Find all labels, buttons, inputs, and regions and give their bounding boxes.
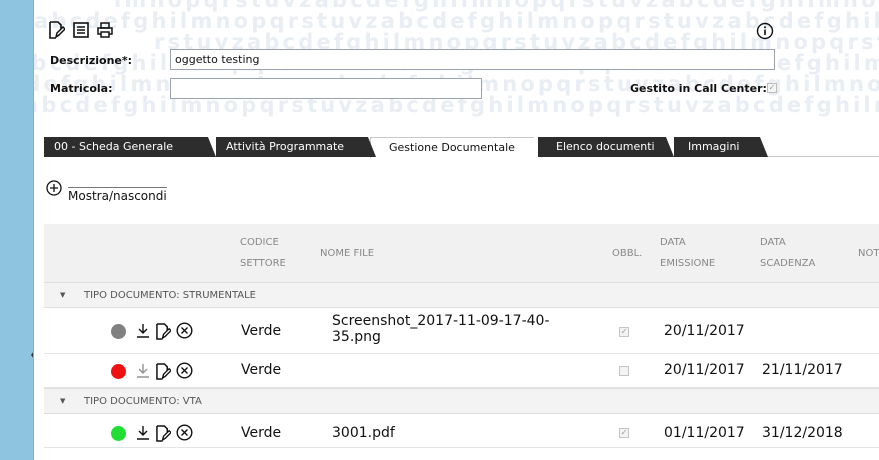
app-window: lmnopqrstuvzabcdefghilmnopqrstuvzabcdefg…	[33, 0, 879, 460]
tab-elenco-documenti[interactable]: Elenco documenti	[538, 137, 674, 157]
list-icon[interactable]	[72, 20, 90, 40]
header-codice[interactable]: CODICE	[240, 232, 279, 253]
header-data-scadenza-1[interactable]: DATA	[760, 232, 786, 253]
table-row[interactable]: Verde Screenshot_2017-11-09-17-40- 35.pn…	[44, 308, 879, 354]
header-note[interactable]: NOTE	[858, 243, 879, 264]
header-obbl[interactable]: OBBL.	[612, 243, 642, 264]
table-row[interactable]: Verde 20/11/2017 21/11/2017	[44, 354, 879, 388]
table-row[interactable]: Verde 3001.pdf ✓ 01/11/2017 31/12/2018	[44, 414, 879, 448]
matricola-field[interactable]	[170, 78, 482, 99]
obbl-checkbox: ✓	[619, 327, 629, 337]
cell-codice: Verde	[241, 425, 282, 441]
status-dot-grey	[111, 324, 126, 339]
collapse-arrow-icon[interactable]: ▼	[60, 389, 65, 414]
group-label: TIPO DOCUMENTO: STRUMENTALE	[84, 290, 257, 301]
plus-circle-icon	[46, 180, 62, 200]
cell-data-emissione: 20/11/2017	[664, 323, 745, 339]
cell-data-emissione: 20/11/2017	[664, 362, 745, 378]
cell-codice: Verde	[241, 323, 282, 339]
collapse-arrow-icon[interactable]: ▼	[60, 283, 65, 308]
tab-scheda-generale[interactable]: 00 - Scheda Generale	[44, 137, 216, 157]
call-center-checkbox[interactable]: ✓	[767, 83, 777, 93]
cell-nome-file[interactable]: 3001.pdf	[332, 425, 395, 441]
matricola-label: Matricola:	[50, 82, 113, 95]
show-hide-label: Mostra/nascondi	[68, 187, 167, 203]
header-data-scadenza-2[interactable]: SCADENZA	[760, 253, 815, 274]
group-row-vta[interactable]: ▼ TIPO DOCUMENTO: VTA	[44, 388, 879, 414]
toolbar	[48, 20, 114, 42]
show-hide-toggle[interactable]: Mostra/nascondi	[46, 180, 167, 203]
cell-codice: Verde	[241, 362, 282, 378]
status-dot-red	[111, 364, 126, 379]
detail-form: lmnopqrstuvzabcdefghilmnopqrstuvzabcdefg…	[34, 0, 879, 130]
download-icon[interactable]	[134, 322, 152, 340]
descrizione-field[interactable]	[170, 49, 775, 70]
print-icon[interactable]	[96, 20, 114, 40]
descrizione-label: Descrizione*:	[50, 54, 133, 67]
header-nome-file[interactable]: NOME FILE	[320, 243, 374, 264]
info-icon[interactable]	[756, 22, 774, 40]
edit-icon[interactable]	[48, 20, 66, 40]
documents-grid: CODICE SETTORE NOME FILE OBBL. DATA EMIS…	[44, 224, 879, 460]
group-label: TIPO DOCUMENTO: VTA	[84, 396, 202, 407]
grid-header: CODICE SETTORE NOME FILE OBBL. DATA EMIS…	[44, 224, 879, 282]
edit-icon[interactable]	[154, 362, 172, 380]
status-dot-green	[111, 426, 126, 441]
edit-icon[interactable]	[154, 322, 172, 340]
header-settore[interactable]: SETTORE	[240, 253, 286, 274]
cell-data-emissione: 01/11/2017	[664, 425, 745, 441]
header-data-emissione-1[interactable]: DATA	[660, 232, 686, 253]
delete-icon[interactable]	[175, 423, 193, 441]
delete-icon[interactable]	[175, 321, 193, 339]
edit-icon[interactable]	[154, 424, 172, 442]
cell-nome-file[interactable]: Screenshot_2017-11-09-17-40- 35.png	[332, 313, 550, 345]
delete-icon[interactable]	[175, 361, 193, 379]
header-data-emissione-2[interactable]: EMISSIONE	[660, 253, 715, 274]
cell-data-scadenza: 31/12/2018	[762, 425, 843, 441]
tab-bar: 00 - Scheda Generale Attività Programmat…	[44, 137, 879, 157]
download-icon[interactable]	[134, 424, 152, 442]
cell-data-scadenza: 21/11/2017	[762, 362, 843, 378]
tab-attivita-programmate[interactable]: Attività Programmate	[216, 137, 376, 157]
download-icon[interactable]	[134, 362, 152, 380]
tab-immagini[interactable]: Immagini	[674, 137, 768, 157]
obbl-checkbox	[619, 366, 629, 376]
tab-gestione-documentale[interactable]: Gestione Documentale	[370, 137, 542, 158]
group-row-strumentale[interactable]: ▼ TIPO DOCUMENTO: STRUMENTALE	[44, 282, 879, 308]
call-center-label: Gestito in Call Center:	[630, 82, 767, 95]
obbl-checkbox: ✓	[619, 428, 629, 438]
